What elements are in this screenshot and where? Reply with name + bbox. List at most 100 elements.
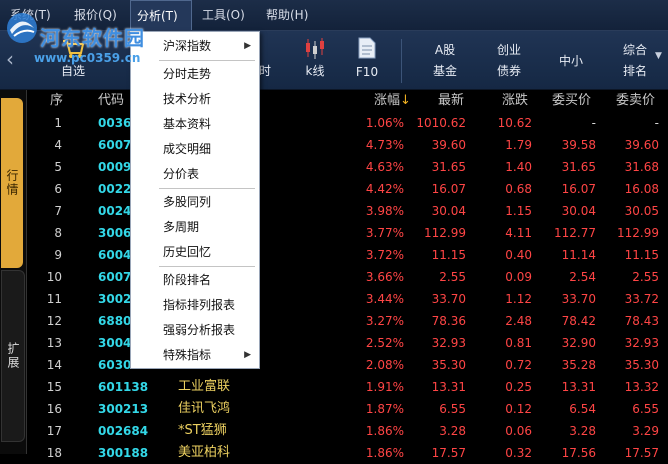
row-last: 35.30 <box>431 358 466 372</box>
menu-item-4[interactable]: 成交明细 <box>131 137 259 161</box>
row-updown: 4.11 <box>505 226 532 240</box>
row-updown: 0.72 <box>505 358 532 372</box>
smb-button[interactable]: 中小 <box>548 31 594 89</box>
row-updown: 0.81 <box>505 336 532 350</box>
table-row[interactable]: 18 300188 美亚柏科 1.86% 17.57 0.32 17.56 17.57 <box>28 442 668 464</box>
table-row[interactable]: 15 601138 工业富联 1.91% 13.31 0.25 13.31 13.32 <box>28 376 668 398</box>
header-change-pct[interactable]: 涨幅↓ <box>374 90 411 112</box>
table-row[interactable]: 13 3004 2.52% 32.93 0.81 32.90 32.93 <box>28 332 668 354</box>
row-seq: 14 <box>46 358 62 372</box>
table-row[interactable]: 14 6030 2.08% 35.30 0.72 35.28 35.30 <box>28 354 668 376</box>
row-bid: 17.56 <box>561 446 596 460</box>
menu-item-5[interactable]: 分价表 <box>131 162 259 186</box>
a-share-fund-button[interactable]: A股 基金 <box>422 31 468 89</box>
row-code: 6007 <box>98 270 132 284</box>
candlestick-icon <box>306 38 324 59</box>
gem-label: 创业 <box>496 43 521 57</box>
table-row[interactable]: 16 300213 佳讯飞鸿 1.87% 6.55 0.12 6.54 6.55 <box>28 398 668 420</box>
row-updown: 0.32 <box>505 446 532 460</box>
header-ask[interactable]: 委卖价 <box>616 90 655 112</box>
row-last: 3.28 <box>439 424 466 438</box>
row-code: 0022 <box>98 182 132 196</box>
row-bid: 35.28 <box>561 358 596 372</box>
header-updown[interactable]: 涨跌 <box>502 90 528 112</box>
table-row[interactable]: 9 6004 3.72% 11.15 0.40 11.14 11.15 <box>28 244 668 266</box>
table-row[interactable]: 11 3002 3.44% 33.70 1.12 33.70 33.72 <box>28 288 668 310</box>
row-code: 6004 <box>98 248 132 262</box>
table-row[interactable]: 12 6880 3.27% 78.36 2.48 78.42 78.43 <box>28 310 668 332</box>
menu-help[interactable]: 帮助(H) <box>260 0 314 30</box>
table-row[interactable]: 4 6007 4.73% 39.60 1.79 39.58 39.60 <box>28 134 668 156</box>
header-bid[interactable]: 委买价 <box>552 90 591 112</box>
toolbar-more-button[interactable]: ▼ <box>652 31 668 89</box>
menu-item-label: 指标排列报表 <box>163 298 236 312</box>
row-code: 3002 <box>98 292 132 306</box>
row-updown: 0.12 <box>505 402 532 416</box>
row-bid: 30.04 <box>561 204 596 218</box>
watermark-url: www.pc0359.cn <box>34 51 141 65</box>
header-seq[interactable]: 序 <box>50 90 63 112</box>
menu-separator <box>159 60 255 61</box>
menu-item-8[interactable]: 历史回忆 <box>131 240 259 264</box>
row-change-pct: 2.08% <box>365 358 404 372</box>
table-row[interactable]: 6 0022 4.42% 16.07 0.68 16.07 16.08 <box>28 178 668 200</box>
row-bid: 39.58 <box>561 138 596 152</box>
row-last: 31.65 <box>431 160 466 174</box>
row-change-pct: 2.52% <box>365 336 404 350</box>
row-name: 佳讯飞鸿 <box>178 401 231 416</box>
row-code: 6007 <box>98 138 132 152</box>
row-code: 0009 <box>98 160 132 174</box>
row-updown: 1.40 <box>505 160 532 174</box>
table-row[interactable]: 7 0024 3.98% 30.04 1.15 30.04 30.05 <box>28 200 668 222</box>
table-row[interactable]: 1 0036 1.06% 1010.62 10.62 - - <box>28 112 668 134</box>
row-bid: 31.65 <box>561 160 596 174</box>
row-last: 30.04 <box>431 204 466 218</box>
menu-item-11[interactable]: 强弱分析报表 <box>131 318 259 342</box>
row-change-pct: 4.73% <box>365 138 404 152</box>
row-last: 39.60 <box>431 138 466 152</box>
menu-item-6[interactable]: 多股同列 <box>131 190 259 214</box>
tab-expand[interactable]: 扩展 <box>1 270 25 442</box>
row-last: 78.36 <box>431 314 466 328</box>
row-change-pct: 1.06% <box>365 116 404 130</box>
table-row[interactable]: 10 6007 3.66% 2.55 0.09 2.54 2.55 <box>28 266 668 288</box>
row-ask: 3.29 <box>632 424 659 438</box>
menu-item-3[interactable]: 基本资料 <box>131 112 259 136</box>
row-last: 33.70 <box>431 292 466 306</box>
row-updown: 1.12 <box>505 292 532 306</box>
row-ask: 16.08 <box>624 182 659 196</box>
kline-button[interactable]: k线 <box>296 31 334 89</box>
menu-item-9[interactable]: 阶段排名 <box>131 268 259 292</box>
header-code[interactable]: 代码 <box>98 90 124 112</box>
table-row[interactable]: 8 3006 3.77% 112.99 4.11 112.77 112.99 <box>28 222 668 244</box>
menu-separator <box>159 266 255 267</box>
row-updown: 0.68 <box>505 182 532 196</box>
menu-item-1[interactable]: 分时走势 <box>131 62 259 86</box>
row-code: 3004 <box>98 336 132 350</box>
table-row[interactable]: 5 0009 4.63% 31.65 1.40 31.65 31.68 <box>28 156 668 178</box>
f10-button[interactable]: F10 <box>348 31 386 89</box>
row-seq: 7 <box>54 204 62 218</box>
row-code: 6030 <box>98 358 132 372</box>
table-row[interactable]: 17 002684 *ST猛狮 1.86% 3.28 0.06 3.28 3.29 <box>28 420 668 442</box>
row-seq: 16 <box>46 402 62 416</box>
row-change-pct: 3.44% <box>365 292 404 306</box>
menu-item-12[interactable]: 特殊指标 ▶ <box>131 343 259 367</box>
menu-item-0[interactable]: 沪深指数 ▶ <box>131 34 259 58</box>
tab-quotes[interactable]: 行情 <box>1 98 23 268</box>
row-updown: 0.40 <box>505 248 532 262</box>
menu-tools[interactable]: 工具(O) <box>196 0 251 30</box>
row-name: 工业富联 <box>178 379 231 394</box>
gem-bond-button[interactable]: 创业 债券 <box>486 31 532 89</box>
side-tabs: 行情 扩展 <box>0 90 27 454</box>
row-last: 112.99 <box>424 226 466 240</box>
row-change-pct: 3.77% <box>365 226 404 240</box>
bond-label: 债券 <box>496 64 521 78</box>
row-bid: 2.54 <box>569 270 596 284</box>
menu-item-7[interactable]: 多周期 <box>131 215 259 239</box>
menu-item-2[interactable]: 技术分析 <box>131 87 259 111</box>
row-code: 002684 <box>98 424 149 438</box>
chevron-down-icon: ▼ <box>655 51 662 61</box>
menu-item-10[interactable]: 指标排列报表 <box>131 293 259 317</box>
header-last[interactable]: 最新 <box>438 90 464 112</box>
